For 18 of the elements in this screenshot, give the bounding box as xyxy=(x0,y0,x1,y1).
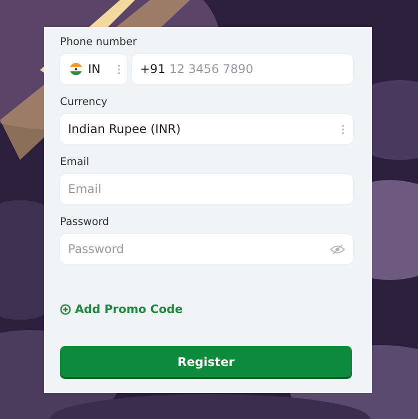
currency-select[interactable]: Indian Rupee (INR) xyxy=(60,114,353,144)
field-label: Phone number xyxy=(60,36,137,48)
password-field[interactable]: Password xyxy=(60,234,353,264)
field-label: Password xyxy=(60,216,110,228)
more-icon xyxy=(341,124,345,134)
field-label: Email xyxy=(60,156,90,168)
add-promo-code-link[interactable]: Add Promo Code xyxy=(60,302,183,316)
phone-number-input[interactable]: 12 3456 7890 xyxy=(169,62,345,76)
flag-icon xyxy=(69,62,83,76)
country-select[interactable]: IN xyxy=(60,54,127,84)
field-label: Currency xyxy=(60,96,108,108)
email-field[interactable]: Email xyxy=(60,174,353,204)
eye-slash-icon[interactable] xyxy=(330,244,345,254)
plus-circle-icon xyxy=(60,304,71,314)
phone-field[interactable]: +91 12 3456 7890 xyxy=(132,54,353,84)
password-input[interactable]: Password xyxy=(68,242,330,256)
register-button[interactable]: Register xyxy=(60,346,352,377)
more-icon xyxy=(117,64,121,74)
